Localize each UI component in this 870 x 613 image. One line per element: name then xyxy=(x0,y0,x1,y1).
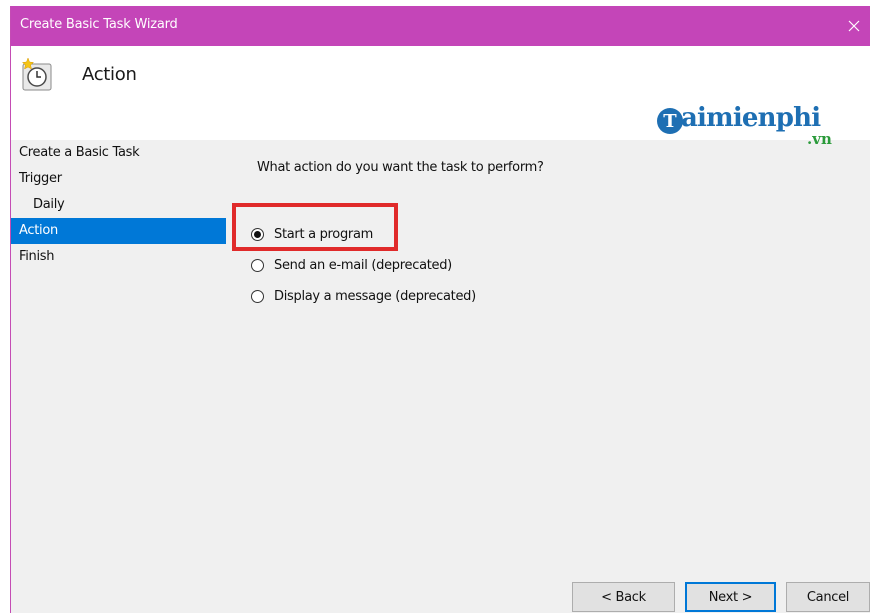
step-trigger[interactable]: Trigger xyxy=(11,166,226,192)
page-title: Action xyxy=(82,64,137,85)
close-icon xyxy=(848,20,860,32)
step-finish[interactable]: Finish xyxy=(11,244,226,270)
cancel-button[interactable]: Cancel xyxy=(786,582,870,612)
wizard-window: Create Basic Task Wizard Action T aimien… xyxy=(10,6,870,613)
action-question: What action do you want the task to perf… xyxy=(257,160,544,175)
next-button[interactable]: Next > xyxy=(685,582,776,612)
wizard-steps-sidebar: Create a Basic Task Trigger Daily Action… xyxy=(11,140,226,270)
watermark-letter: T xyxy=(663,110,677,132)
wizard-header: Action T aimienphi .vn xyxy=(11,46,870,148)
window-title: Create Basic Task Wizard xyxy=(20,17,178,32)
step-action[interactable]: Action xyxy=(11,218,226,244)
back-button[interactable]: < Back xyxy=(572,582,675,612)
watermark-badge: T xyxy=(657,108,683,134)
radio-display-message[interactable] xyxy=(251,289,264,303)
close-button[interactable] xyxy=(837,6,870,46)
title-bar: Create Basic Task Wizard xyxy=(11,6,870,46)
option-send-email[interactable]: Send an e-mail (deprecated) xyxy=(251,254,452,276)
highlight-annotation xyxy=(232,203,398,251)
option-label: Display a message (deprecated) xyxy=(274,288,476,304)
radio-send-email[interactable] xyxy=(251,258,264,272)
step-daily[interactable]: Daily xyxy=(11,192,226,218)
option-label: Send an e-mail (deprecated) xyxy=(274,257,452,273)
option-display-message[interactable]: Display a message (deprecated) xyxy=(251,285,476,307)
watermark-domain: .vn xyxy=(807,130,832,148)
watermark-logo: T aimienphi .vn xyxy=(657,103,857,156)
step-create-basic-task[interactable]: Create a Basic Task xyxy=(11,140,226,166)
task-clock-icon xyxy=(21,57,52,91)
watermark-text: aimienphi xyxy=(681,103,821,133)
